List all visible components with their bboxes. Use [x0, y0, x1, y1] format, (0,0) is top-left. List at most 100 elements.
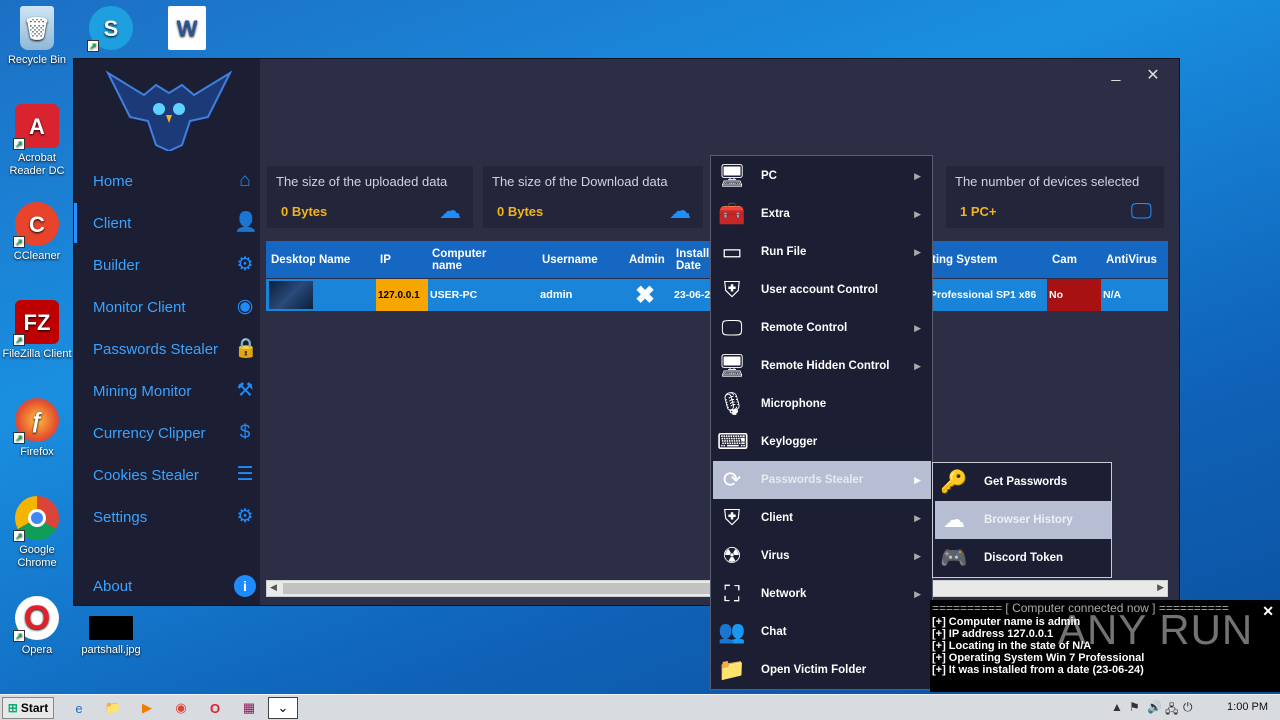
menu-item-keylogger[interactable]: ⌨ Keylogger: [713, 423, 931, 461]
desktop-icon-recycle-bin[interactable]: 🗑 Recycle Bin: [0, 6, 74, 67]
desktop-icon-chrome[interactable]: ↗ Google Chrome: [0, 496, 74, 570]
menu-item-run-file[interactable]: ▭ Run File ▶: [713, 233, 931, 271]
chrome-icon: ↗: [13, 496, 59, 542]
sidebar: Home ⌂ Client 👤 Builder ⚙ Monitor Client…: [74, 59, 260, 605]
cloud-search-icon: ☁: [943, 507, 965, 532]
desktop-icon-firefox[interactable]: ƒ ↗ Firefox: [0, 398, 74, 459]
nav-cookies-stealer[interactable]: Cookies Stealer ☰: [74, 455, 260, 495]
admin-x-icon: ✖: [635, 281, 656, 309]
cloud-upload-icon: ☁: [439, 198, 461, 223]
col-computer-name[interactable]: Computer name: [432, 241, 502, 278]
menu-item-client[interactable]: ⛨ Client ▶: [713, 499, 931, 537]
stat-devices: The number of devices selected 1 PC+ 🖵: [946, 166, 1164, 228]
menu-item-pc[interactable]: 🖥 PC ▶: [713, 157, 931, 195]
user-settings-icon: ⚙: [236, 506, 254, 527]
start-button[interactable]: ⊞ Start: [2, 697, 54, 719]
winrar-icon[interactable]: ▦: [236, 697, 262, 719]
chrome-icon[interactable]: ◉: [168, 697, 194, 719]
desktop-icon-skype[interactable]: S ↗: [74, 6, 148, 54]
submenu-item-discord-token[interactable]: 🎮 Discord Token: [935, 539, 1111, 577]
home-icon: ⌂: [239, 170, 251, 191]
dollar-icon: $: [239, 422, 251, 443]
col-name[interactable]: Name: [319, 241, 350, 278]
cell-antivirus: N/A: [1103, 289, 1122, 301]
cloud-download-icon: ☁: [669, 198, 691, 223]
passwords-submenu: 🔑 Get Passwords ☁ Browser History 🎮 Disc…: [932, 462, 1112, 578]
nav-mining-monitor[interactable]: Mining Monitor ⚒: [74, 371, 260, 411]
submenu-arrow-icon: ▶: [914, 246, 921, 257]
menu-item-remote-control[interactable]: 🖵 Remote Control ▶: [713, 309, 931, 347]
scroll-thumb[interactable]: [283, 583, 713, 594]
submenu-item-browser-history[interactable]: ☁ Browser History: [935, 501, 1111, 539]
col-username[interactable]: Username: [542, 241, 598, 278]
power-icon[interactable]: ⏻: [1183, 700, 1193, 715]
nav-builder[interactable]: Builder ⚙: [74, 245, 260, 285]
menu-item-network[interactable]: ⛶ Network ▶: [713, 575, 931, 613]
ccleaner-icon: C ↗: [13, 202, 59, 248]
col-desktop[interactable]: Desktop: [271, 241, 315, 278]
desktop-icon-partshall[interactable]: partshall.jpg: [74, 616, 148, 657]
scroll-right-arrow-icon[interactable]: ▶: [1157, 582, 1164, 593]
explorer-icon[interactable]: 📁: [100, 697, 126, 719]
hidden-desktop-icon: 🖥: [718, 353, 746, 378]
network-tray-icon[interactable]: 🖧: [1165, 700, 1178, 720]
clock[interactable]: 1:00 PM: [1227, 701, 1268, 713]
col-ip[interactable]: IP: [380, 241, 391, 278]
scroll-left-arrow-icon[interactable]: ◀: [270, 582, 277, 593]
menu-item-microphone[interactable]: 🎙 Microphone: [713, 385, 931, 423]
menu-item-passwords-stealer[interactable]: ⟳ Passwords Stealer ▶: [713, 461, 931, 499]
submenu-arrow-icon: ▶: [914, 550, 921, 561]
media-player-icon[interactable]: ▶: [134, 697, 160, 719]
desktop-icon-opera[interactable]: O ↗ Opera: [0, 596, 74, 657]
stat-download: The size of the Download data 0 Bytes ☁: [483, 166, 703, 228]
submenu-arrow-icon: ▶: [914, 588, 921, 599]
nav-settings[interactable]: Settings ⚙: [74, 497, 260, 537]
submenu-arrow-icon: ▶: [914, 170, 921, 181]
nav-currency-clipper[interactable]: Currency Clipper $: [74, 413, 260, 453]
list-icon: ☰: [236, 464, 254, 485]
tray-arrow-icon[interactable]: ▲: [1111, 700, 1123, 714]
nav-home[interactable]: Home ⌂: [74, 161, 260, 201]
nav-about[interactable]: About i: [74, 566, 260, 606]
cell-computer-name: USER-PC: [430, 289, 478, 301]
gear-icon: ⚙: [236, 254, 254, 275]
submenu-arrow-icon: ▶: [914, 322, 921, 333]
taskbar: ⊞ Start e 📁 ▶ ◉ O ▦ ⌄ ▲ ⚑ 🔊 🖧 ⏻ 1:00 PM: [0, 694, 1280, 720]
network-icon: ⛶: [724, 581, 740, 606]
opera-icon: O ↗: [13, 596, 59, 642]
nav-client[interactable]: Client 👤: [74, 203, 260, 243]
desktop-icon-filezilla[interactable]: FZ ↗ FileZilla Client: [0, 300, 74, 361]
submenu-arrow-icon: ▶: [914, 474, 921, 485]
opera-icon[interactable]: O: [202, 697, 228, 719]
menu-item-virus[interactable]: ☢ Virus ▶: [713, 537, 931, 575]
acrobat-icon: A ↗: [13, 104, 59, 150]
col-install-date[interactable]: Install Date: [676, 241, 712, 278]
submenu-item-get-passwords[interactable]: 🔑 Get Passwords: [935, 463, 1111, 501]
desktop-icon-word[interactable]: W: [150, 6, 224, 54]
menu-item-open-victim-folder[interactable]: 📁 Open Victim Folder: [713, 651, 931, 689]
col-operating-system[interactable]: ting System: [932, 241, 997, 278]
ie-icon[interactable]: e: [66, 697, 92, 719]
desktop-icon-ccleaner[interactable]: C ↗ CCleaner: [0, 202, 74, 263]
filezilla-icon: FZ ↗: [13, 300, 59, 346]
windows-logo-icon: ⊞: [7, 701, 18, 715]
menu-item-uac[interactable]: ⛨ User account Control: [713, 271, 931, 309]
minimize-icon[interactable]: _: [1106, 65, 1126, 83]
remote-desktop-icon: 🖵: [721, 315, 743, 340]
info-icon: i: [234, 575, 256, 597]
col-admin[interactable]: Admin: [629, 241, 665, 278]
menu-item-remote-hidden-control[interactable]: 🖥 Remote Hidden Control ▶: [713, 347, 931, 385]
nav-monitor-client[interactable]: Monitor Client ◉: [74, 287, 260, 327]
menu-item-chat[interactable]: 👥 Chat: [713, 613, 931, 651]
nav-passwords-stealer[interactable]: Passwords Stealer 🔒: [74, 329, 260, 369]
app-taskbar-button[interactable]: ⌄: [268, 697, 298, 719]
col-cam[interactable]: Cam: [1052, 241, 1077, 278]
desktop-thumbnail: [269, 279, 313, 311]
close-icon[interactable]: ✕: [1143, 65, 1163, 85]
close-icon[interactable]: ✕: [1262, 603, 1274, 620]
desktop-icon-acrobat[interactable]: A ↗ Acrobat Reader DC: [0, 104, 74, 178]
col-antivirus[interactable]: AntiVirus: [1106, 241, 1157, 278]
action-center-icon[interactable]: ⚑: [1129, 700, 1140, 714]
menu-item-extra[interactable]: 🧰 Extra ▶: [713, 195, 931, 233]
volume-icon[interactable]: 🔊: [1147, 700, 1162, 714]
